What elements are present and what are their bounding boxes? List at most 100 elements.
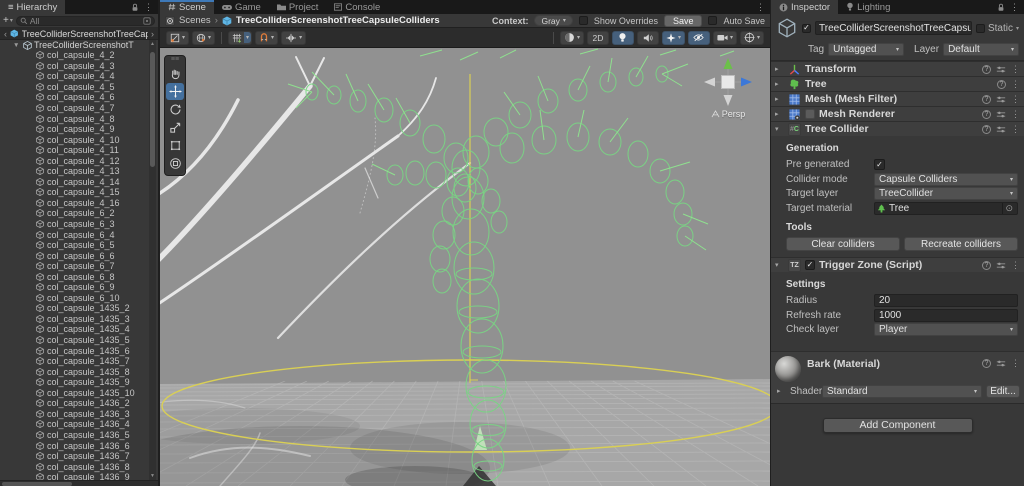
hierarchy-list-item[interactable]: col_capsule_1435_9	[0, 377, 149, 388]
create-button[interactable]: + ▾	[3, 15, 13, 26]
help-icon[interactable]: ?	[982, 359, 991, 368]
active-checkbox[interactable]: ✓	[802, 24, 811, 33]
hierarchy-list-item[interactable]: col_capsule_4_7	[0, 103, 149, 114]
rect-tool-button[interactable]	[166, 137, 184, 154]
component-menu-icon[interactable]: ⋮	[1011, 79, 1020, 90]
hierarchy-list-item[interactable]: col_capsule_4_13	[0, 166, 149, 177]
clear-colliders-button[interactable]: Clear colliders	[786, 237, 900, 251]
hierarchy-list-item[interactable]: col_capsule_4_5	[0, 82, 149, 93]
hierarchy-list-item[interactable]: col_capsule_1435_7	[0, 356, 149, 367]
tab-scene[interactable]: Scene	[160, 0, 214, 14]
tag-dropdown[interactable]: Untagged ▾	[828, 43, 904, 56]
static-control[interactable]: Static ▾	[976, 23, 1019, 34]
enabled-checkbox[interactable]: ✓	[805, 260, 815, 270]
foldout-icon[interactable]: ▾	[775, 261, 784, 269]
hierarchy-list-item[interactable]: col_capsule_4_8	[0, 113, 149, 124]
target-layer-dropdown[interactable]: TreeCollider▾	[874, 187, 1018, 200]
hand-tool-button[interactable]	[166, 65, 184, 82]
pre-generated-checkbox[interactable]: ✓	[874, 159, 885, 170]
tab-project[interactable]: Project	[269, 0, 327, 14]
presets-icon[interactable]	[996, 359, 1006, 368]
persp-toggle[interactable]: Persp	[700, 109, 756, 119]
shader-dropdown[interactable]: Standard▾	[822, 385, 982, 398]
scene-lighting-toggle[interactable]	[612, 31, 634, 45]
check-layer-dropdown[interactable]: Player▾	[874, 323, 1018, 336]
material-preview-sphere[interactable]	[775, 356, 801, 382]
prefab-breadcrumb-label[interactable]: TreeColliderScreenshotTreeCaps	[22, 29, 148, 39]
transform-tool-button[interactable]	[166, 155, 184, 172]
hierarchy-list-item[interactable]: col_capsule_4_15	[0, 187, 149, 198]
gameobject-name-field[interactable]: TreeColliderScreenshotTreeCapsuleC	[815, 21, 972, 35]
foldout-icon[interactable]: ▸	[775, 110, 784, 118]
hierarchy-list-item[interactable]: col_capsule_6_4	[0, 229, 149, 240]
component-menu-icon[interactable]: ⋮	[1011, 124, 1020, 135]
overlay-drag-handle[interactable]: ≡≡	[165, 56, 185, 64]
tab-console[interactable]: Console	[326, 0, 388, 14]
hierarchy-list-item[interactable]: col_capsule_4_11	[0, 145, 149, 156]
hierarchy-list-item[interactable]: col_capsule_6_3	[0, 219, 149, 230]
hierarchy-list-item[interactable]: col_capsule_6_10	[0, 293, 149, 304]
shading-mode-button[interactable]: ▾	[560, 31, 584, 45]
tool-settings-button[interactable]: ▾	[166, 31, 189, 45]
hierarchy-root-item[interactable]: ▼ TreeColliderScreenshotT	[0, 40, 158, 51]
scene-camera-button[interactable]: ▾	[713, 31, 737, 45]
auto-save-checkbox[interactable]	[708, 16, 717, 25]
hierarchy-list-item[interactable]: col_capsule_1435_2	[0, 303, 149, 314]
hierarchy-horizontal-scrollbar[interactable]	[0, 480, 158, 486]
pivot-rotation-button[interactable]: ▾	[192, 31, 215, 45]
hierarchy-vertical-scrollbar[interactable]: ▲ ▼	[149, 40, 156, 480]
search-input[interactable]: All	[16, 16, 155, 26]
help-icon[interactable]: ?	[982, 110, 991, 119]
scene-orientation-gizmo[interactable]: Persp	[700, 56, 756, 119]
panel-menu-icon[interactable]: ⋮	[1010, 2, 1019, 13]
component-menu-icon[interactable]: ⋮	[1011, 64, 1020, 75]
lock-icon[interactable]	[131, 3, 139, 12]
tab-hierarchy[interactable]: ≡ Hierarchy	[0, 0, 65, 14]
move-tool-button[interactable]	[166, 83, 184, 100]
help-icon[interactable]: ?	[982, 125, 991, 134]
presets-icon[interactable]	[996, 65, 1006, 74]
component-tree[interactable]: ▸ Tree ?⋮	[771, 76, 1024, 91]
show-overrides-checkbox[interactable]	[579, 16, 588, 25]
help-icon[interactable]: ?	[982, 65, 991, 74]
refresh-rate-field[interactable]: 1000	[874, 309, 1018, 322]
presets-icon[interactable]	[996, 95, 1006, 104]
hierarchy-list-item[interactable]: col_capsule_4_6	[0, 92, 149, 103]
hierarchy-list-item[interactable]: col_capsule_4_9	[0, 124, 149, 135]
hierarchy-list-item[interactable]: col_capsule_1435_5	[0, 335, 149, 346]
scene-visibility-toggle[interactable]	[688, 31, 710, 45]
component-menu-icon[interactable]: ⋮	[1011, 94, 1020, 105]
presets-icon[interactable]	[996, 125, 1006, 134]
hierarchy-list-item[interactable]: col_capsule_1436_3	[0, 409, 149, 420]
hierarchy-list-item[interactable]: col_capsule_1435_6	[0, 345, 149, 356]
foldout-icon[interactable]: ▸	[775, 80, 784, 88]
hierarchy-list-item[interactable]: col_capsule_6_9	[0, 282, 149, 293]
radius-field[interactable]: 20	[874, 294, 1018, 307]
component-mesh-filter[interactable]: ▸ Mesh (Mesh Filter) ?⋮	[771, 91, 1024, 106]
chevron-down-icon[interactable]: ▾	[244, 32, 251, 43]
foldout-icon[interactable]: ▸	[775, 65, 784, 73]
edit-shader-button[interactable]: Edit...	[986, 385, 1020, 398]
object-picker-icon[interactable]: ⊙	[1002, 203, 1015, 214]
panel-menu-icon[interactable]: ⋮	[144, 2, 153, 13]
material-menu-icon[interactable]: ⋮	[1011, 358, 1020, 369]
hierarchy-list-item[interactable]: col_capsule_1435_3	[0, 314, 149, 325]
foldout-icon[interactable]: ▸	[775, 95, 784, 103]
hierarchy-list-item[interactable]: col_capsule_4_16	[0, 198, 149, 209]
presets-icon[interactable]	[996, 110, 1006, 119]
hierarchy-list-item[interactable]: col_capsule_1436_6	[0, 440, 149, 451]
rotate-tool-button[interactable]	[166, 101, 184, 118]
scene-effects-toggle[interactable]: ▾	[662, 31, 685, 45]
hierarchy-list-item[interactable]: col_capsule_4_12	[0, 155, 149, 166]
hierarchy-list-item[interactable]: col_capsule_6_8	[0, 271, 149, 282]
hierarchy-list-item[interactable]: col_capsule_4_4	[0, 71, 149, 82]
hierarchy-list-item[interactable]: col_capsule_4_14	[0, 177, 149, 188]
collider-mode-dropdown[interactable]: Capsule Colliders▾	[874, 173, 1018, 186]
increment-snap-button[interactable]: ▾	[255, 31, 278, 45]
recreate-colliders-button[interactable]: Recreate colliders	[904, 237, 1018, 251]
hierarchy-list-item[interactable]: col_capsule_6_6	[0, 250, 149, 261]
move-snap-button[interactable]: ▾	[281, 31, 306, 45]
static-checkbox[interactable]	[976, 24, 985, 33]
foldout-icon[interactable]: ▸	[777, 387, 786, 395]
scrollbar-thumb[interactable]	[2, 482, 72, 486]
